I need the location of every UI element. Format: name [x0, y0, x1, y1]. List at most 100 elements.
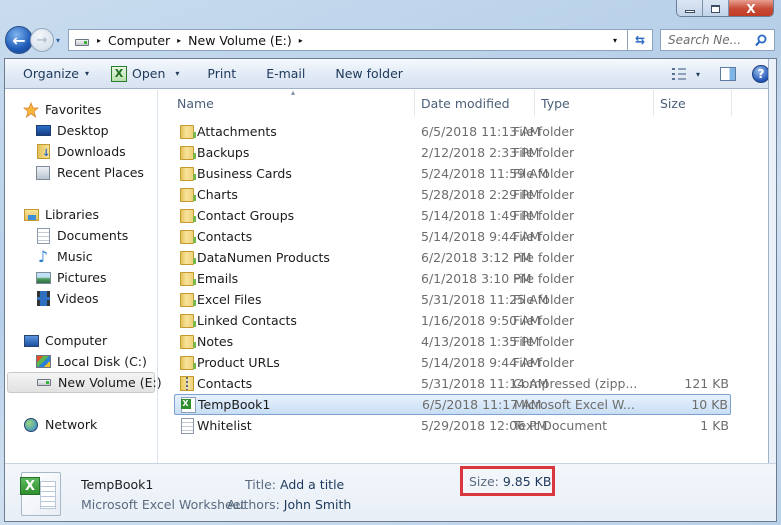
refresh-icon: ⇆	[634, 33, 646, 47]
sidebar-item-local-disk-c[interactable]: Local Disk (C:)	[5, 351, 157, 372]
sidebar-item-pictures[interactable]: Pictures	[5, 267, 157, 288]
breadcrumb-new-volume[interactable]: New Volume (E:)	[188, 33, 292, 48]
file-name: Product URLs	[197, 355, 280, 370]
videos-label: Videos	[57, 291, 99, 306]
vertical-scrollbar[interactable]	[768, 59, 776, 463]
sidebar-item-libraries[interactable]: Libraries	[5, 204, 157, 225]
file-row[interactable]: Business Cards 5/24/2018 11:59 AM File fol…	[165, 163, 731, 184]
email-label: E-mail	[266, 66, 306, 81]
search-input[interactable]: Search Ne...	[660, 29, 775, 51]
file-row[interactable]: Contacts 5/14/2018 9:44 AM File folder	[165, 226, 731, 247]
breadcrumb-separator-icon[interactable]: ▸	[177, 36, 181, 45]
sidebar-item-computer[interactable]: Computer	[5, 330, 157, 351]
column-type-label: Type	[541, 95, 570, 111]
breadcrumb-computer[interactable]: Computer	[108, 33, 170, 48]
excel-icon: X	[111, 65, 128, 82]
breadcrumb-separator-icon[interactable]: ▸	[97, 36, 101, 45]
authors-value[interactable]: John Smith	[284, 497, 352, 512]
details-file-name: TempBook1	[81, 477, 154, 492]
size-label: Size:	[469, 473, 499, 489]
computer-icon	[23, 333, 39, 349]
change-view-icon[interactable]	[671, 68, 686, 80]
file-type: File folder	[513, 208, 575, 223]
network-icon	[23, 417, 39, 433]
maximize-button[interactable]	[703, 0, 729, 16]
local-disk-icon	[35, 354, 51, 370]
file-type: File folder	[513, 187, 575, 202]
file-row[interactable]: DataNumen Products 6/2/2018 3:12 PM File f…	[165, 247, 731, 268]
file-row[interactable]: Charts 5/28/2018 2:29 PM File folder	[165, 184, 731, 205]
folder-icon	[179, 124, 196, 140]
sidebar-item-new-volume-e[interactable]: New Volume (E:)	[7, 372, 162, 393]
open-label: Open	[132, 66, 166, 81]
preview-pane-icon[interactable]	[720, 67, 736, 81]
close-button[interactable]: X	[729, 0, 773, 16]
file-row[interactable]: Whitelist 5/29/2018 12:06 PM Text Document…	[165, 415, 731, 436]
column-header-name[interactable]: Name	[171, 90, 415, 116]
file-row[interactable]: Contacts 5/31/2018 11:14 AM Compressed (zi…	[165, 373, 731, 394]
file-name: DataNumen Products	[197, 250, 330, 265]
sidebar-item-desktop[interactable]: Desktop	[5, 120, 157, 141]
file-row[interactable]: Contact Groups 5/14/2018 1:49 PM File fold…	[165, 205, 731, 226]
chevron-down-icon: ▾	[612, 35, 617, 45]
column-header-date[interactable]: Date modified	[415, 90, 535, 116]
file-row[interactable]: TempBook16/5/2018 11:17 AMMicrosoft Exce…	[174, 394, 731, 415]
sidebar-item-downloads[interactable]: ↓ Downloads	[5, 141, 157, 162]
excel-file-icon	[180, 396, 196, 413]
column-header-size[interactable]: Size	[654, 90, 732, 116]
file-type: Microsoft Excel W...	[514, 397, 635, 412]
organize-button[interactable]: Organize ▾	[17, 62, 95, 86]
title-value[interactable]: Add a title	[280, 477, 344, 492]
file-name: Linked Contacts	[197, 313, 297, 328]
forward-button[interactable]: →	[30, 28, 54, 52]
open-button[interactable]: X Open ▾	[105, 62, 185, 86]
file-type: File folder	[513, 355, 575, 370]
file-row[interactable]: Emails 6/1/2018 3:10 PM File folder	[165, 268, 731, 289]
maximize-icon	[711, 4, 720, 13]
sidebar-item-network[interactable]: Network	[5, 414, 157, 435]
desktop-icon	[35, 123, 51, 139]
videos-icon	[35, 291, 51, 307]
refresh-button[interactable]: ⇆	[628, 29, 653, 51]
recent-places-icon	[35, 165, 51, 181]
folder-icon	[179, 334, 196, 350]
file-row[interactable]: Backups 2/12/2018 2:33 PM File folder	[165, 142, 731, 163]
sidebar-item-music[interactable]: ♪ Music	[5, 246, 157, 267]
breadcrumb-separator-icon[interactable]: ▸	[299, 36, 303, 45]
file-row[interactable]: Product URLs 5/14/2018 9:44 AM File folder	[165, 352, 731, 373]
file-row[interactable]: Attachments 6/5/2018 11:13 AM File folder	[165, 121, 731, 142]
file-row[interactable]: Linked Contacts 1/16/2018 9:50 AM File fol…	[165, 310, 731, 331]
folder-icon	[179, 145, 196, 161]
recent-pages-dropdown[interactable]: ▾	[56, 36, 65, 45]
column-size-label: Size	[660, 95, 686, 111]
sidebar-item-documents[interactable]: Documents	[5, 225, 157, 246]
file-type: File folder	[513, 250, 575, 265]
back-button[interactable]: ←	[5, 26, 33, 54]
details-authors-field[interactable]: Authors: John Smith	[227, 497, 351, 512]
file-type: Compressed (zipp...	[513, 376, 638, 391]
file-name: Excel Files	[197, 292, 262, 307]
file-row[interactable]: Excel Files 5/31/2018 11:25 AM File folder	[165, 289, 731, 310]
minimize-button[interactable]	[677, 0, 703, 16]
file-name: Charts	[197, 187, 238, 202]
details-title-field[interactable]: Title: Add a title	[245, 477, 344, 492]
address-bar[interactable]: ▸ Computer ▸ New Volume (E:) ▸ ▾	[68, 29, 628, 51]
email-button[interactable]: E-mail	[260, 62, 311, 86]
computer-group: Computer Local Disk (C:) New Volume (E:)	[5, 330, 162, 393]
size-value: 9.85 KB	[502, 473, 552, 489]
new-volume-label: New Volume (E:)	[58, 375, 162, 390]
file-type: File folder	[513, 292, 575, 307]
folder-icon	[179, 292, 196, 308]
file-name: Contact Groups	[197, 208, 295, 223]
sidebar-item-favorites[interactable]: Favorites	[5, 99, 157, 120]
column-header-type[interactable]: Type	[535, 90, 654, 116]
sidebar-item-videos[interactable]: Videos	[5, 288, 157, 309]
view-options-dropdown[interactable]: ▾	[696, 70, 700, 79]
print-button[interactable]: Print	[201, 62, 242, 86]
sidebar-item-recent-places[interactable]: Recent Places	[5, 162, 157, 183]
file-name: Attachments	[197, 124, 277, 139]
address-history-dropdown[interactable]: ▾	[603, 30, 627, 50]
file-type: File folder	[513, 166, 575, 181]
file-row[interactable]: Notes 4/13/2018 1:35 PM File folder	[165, 331, 731, 352]
new-folder-button[interactable]: New folder	[329, 62, 409, 86]
